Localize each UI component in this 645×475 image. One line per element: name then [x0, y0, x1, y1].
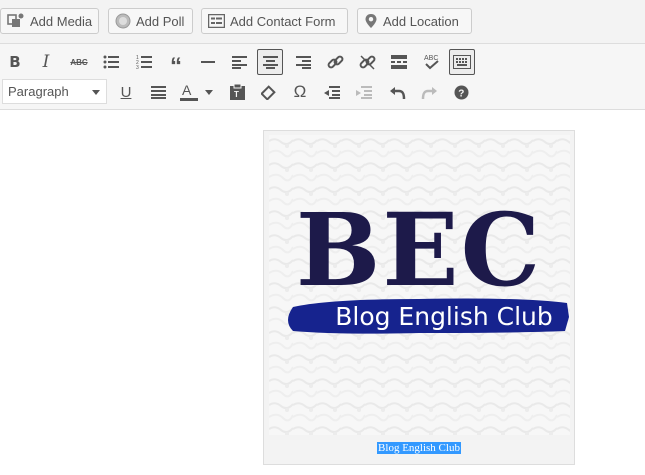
- logo-graphic: BEC Blog English Club: [269, 135, 570, 435]
- image-caption-box[interactable]: BEC Blog English Club Blog English Club: [263, 130, 575, 465]
- redo-button[interactable]: [416, 79, 442, 105]
- editor-toolbar: B I ABC 123 “ ABC Paragraph U A T Ω ?: [0, 43, 645, 110]
- logo-banner-text: Blog English Club: [335, 302, 553, 331]
- justify-icon: [150, 85, 166, 99]
- italic-icon: I: [42, 52, 50, 72]
- help-icon: ?: [454, 85, 468, 99]
- numbered-list-icon: 123: [136, 55, 152, 69]
- underline-button[interactable]: U: [113, 79, 139, 105]
- align-right-button[interactable]: [290, 49, 316, 75]
- svg-text:?: ?: [458, 88, 464, 99]
- link-icon: [327, 55, 343, 68]
- format-select[interactable]: Paragraph: [2, 79, 107, 104]
- toolbar-toggle-button[interactable]: [449, 49, 475, 75]
- add-media-button[interactable]: Add Media: [0, 8, 99, 34]
- horizontal-line-icon: [201, 61, 215, 63]
- italic-button[interactable]: I: [33, 49, 59, 75]
- keyboard-icon: [453, 55, 471, 69]
- read-more-icon: [391, 55, 407, 69]
- chevron-down-icon: [92, 90, 100, 95]
- add-media-icon: [7, 13, 24, 27]
- align-right-icon: [295, 55, 311, 69]
- poll-icon: [115, 13, 131, 29]
- redo-icon: [421, 87, 437, 100]
- special-character-button[interactable]: Ω: [287, 79, 313, 105]
- svg-text:3: 3: [136, 65, 139, 69]
- undo-button[interactable]: [384, 79, 410, 105]
- unlink-icon: [359, 54, 375, 70]
- bulleted-list-button[interactable]: [98, 49, 124, 75]
- bold-button[interactable]: B: [2, 49, 28, 75]
- eraser-icon: [261, 85, 276, 100]
- blockquote-icon: “: [170, 52, 182, 80]
- horizontal-line-button[interactable]: [195, 49, 221, 75]
- align-left-button[interactable]: [226, 49, 252, 75]
- selected-caption-text[interactable]: Blog English Club: [377, 442, 461, 454]
- format-select-value: Paragraph: [8, 84, 69, 99]
- undo-icon: [389, 87, 405, 100]
- indent-button[interactable]: [351, 79, 377, 105]
- text-color-button[interactable]: A: [177, 79, 217, 105]
- omega-icon: Ω: [293, 82, 307, 101]
- logo-letters: BEC: [296, 191, 542, 309]
- add-contact-form-label: Add Contact Form: [230, 13, 336, 29]
- justify-button[interactable]: [145, 79, 171, 105]
- add-contact-form-button[interactable]: Add Contact Form: [201, 8, 348, 34]
- spellcheck-button[interactable]: ABC: [418, 49, 444, 75]
- clear-formatting-button[interactable]: [256, 79, 282, 105]
- outdent-button[interactable]: [319, 79, 345, 105]
- svg-text:ABC: ABC: [424, 55, 438, 62]
- strikethrough-icon: ABC: [70, 57, 88, 67]
- image-caption[interactable]: Blog English Club: [264, 442, 574, 454]
- contact-form-icon: [208, 14, 225, 28]
- read-more-button[interactable]: [386, 49, 412, 75]
- editor-content-area[interactable]: BEC Blog English Club Blog English Club: [0, 110, 645, 475]
- indent-icon: [356, 85, 372, 99]
- location-pin-icon: [365, 14, 377, 28]
- bold-icon: B: [9, 53, 21, 71]
- add-poll-button[interactable]: Add Poll: [108, 8, 193, 34]
- bulleted-list-icon: [103, 55, 119, 69]
- align-center-button[interactable]: [257, 49, 283, 75]
- add-location-button[interactable]: Add Location: [357, 8, 472, 34]
- strikethrough-button[interactable]: ABC: [66, 49, 92, 75]
- paste-as-text-icon: T: [229, 84, 245, 100]
- add-poll-label: Add Poll: [136, 13, 185, 29]
- bec-logo-image[interactable]: BEC Blog English Club: [269, 135, 570, 435]
- numbered-list-button[interactable]: 123: [131, 49, 157, 75]
- help-button[interactable]: ?: [448, 79, 474, 105]
- underline-icon: U: [120, 83, 132, 101]
- media-buttons-bar: Add Media Add Poll Add Contact Form Add …: [0, 0, 645, 43]
- outdent-icon: [324, 85, 340, 99]
- svg-text:T: T: [234, 90, 239, 99]
- align-center-icon: [262, 55, 278, 69]
- svg-text:A: A: [182, 83, 192, 98]
- chevron-down-icon: [205, 89, 213, 95]
- insert-link-button[interactable]: [322, 49, 348, 75]
- paste-as-text-button[interactable]: T: [224, 79, 250, 105]
- add-location-label: Add Location: [383, 13, 459, 29]
- text-color-icon: A: [180, 83, 198, 101]
- align-left-icon: [231, 55, 247, 69]
- remove-link-button[interactable]: [354, 49, 380, 75]
- add-media-label: Add Media: [30, 13, 93, 29]
- blockquote-button[interactable]: “: [163, 49, 189, 78]
- spellcheck-icon: ABC: [424, 55, 439, 70]
